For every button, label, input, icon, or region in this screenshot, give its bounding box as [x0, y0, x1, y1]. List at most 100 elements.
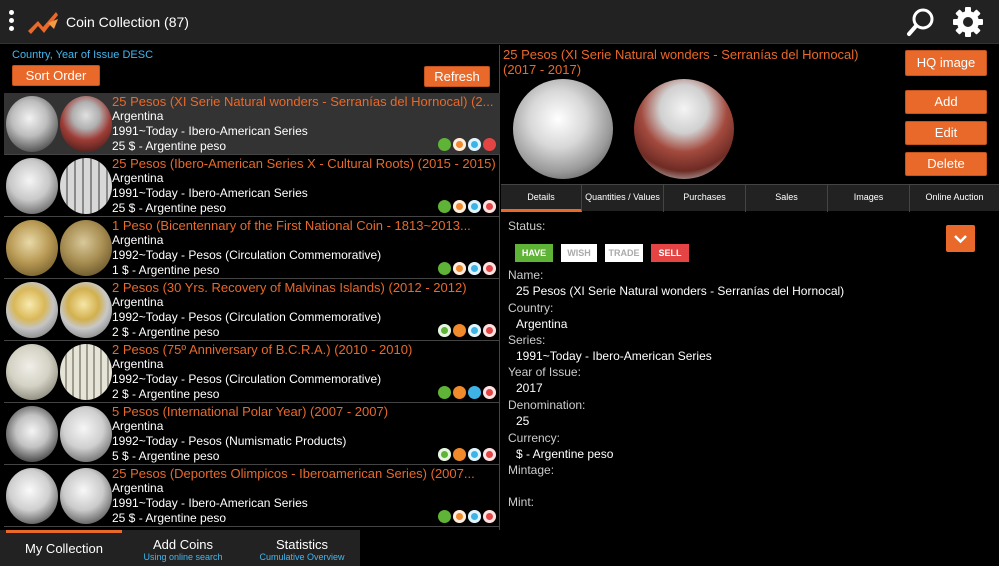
tab-quantities-values[interactable]: Quantities / Values: [582, 185, 664, 212]
list-item[interactable]: 25 Pesos (XI Serie Natural wonders - Ser…: [4, 93, 500, 155]
overflow-menu-icon[interactable]: [9, 10, 15, 34]
coin-value: 25 $ - Argentine peso: [112, 201, 227, 215]
gear-icon[interactable]: [952, 6, 984, 38]
list-item[interactable]: 25 Pesos (Deportes Olimpicos - Iberoamer…: [4, 465, 500, 527]
coin-value: 2 $ - Argentine peso: [112, 325, 220, 339]
list-item[interactable]: 1 Peso (Bicentennary of the First Nation…: [4, 217, 500, 279]
coin-thumbnails: [6, 406, 112, 462]
coin-title: 25 Pesos (XI Serie Natural wonders - Ser…: [112, 94, 494, 109]
trade-dot: [468, 448, 481, 461]
status-label: Status:: [508, 219, 546, 233]
coin-thumbnails: [6, 220, 112, 276]
wish-dot: [453, 386, 466, 399]
coin-value: 5 $ - Argentine peso: [112, 449, 220, 463]
status-dots: [436, 138, 496, 151]
wish-dot: [453, 448, 466, 461]
trade-dot: [468, 262, 481, 275]
tab-sales[interactable]: Sales: [746, 185, 828, 212]
wish-dot: [453, 200, 466, 213]
have-dot: [438, 324, 451, 337]
coin-value: 2 $ - Argentine peso: [112, 387, 220, 401]
coin-series: 1991~Today - Ibero-American Series: [112, 186, 308, 200]
coin-obverse-image: [6, 344, 58, 400]
coin-series: 1992~Today - Pesos (Circulation Commemor…: [112, 310, 382, 324]
expand-button[interactable]: [946, 225, 975, 252]
status-dots: [436, 510, 496, 523]
coin-value: 1 $ - Argentine peso: [112, 263, 220, 277]
have-tag[interactable]: HAVE: [515, 244, 553, 262]
trade-tag[interactable]: TRADE: [605, 244, 643, 262]
currency-value: $ - Argentine peso: [516, 447, 614, 461]
list-item[interactable]: 2 Pesos (30 Yrs. Recovery of Malvinas Is…: [4, 279, 500, 341]
coin-country: Argentina: [112, 481, 164, 495]
top-app-bar: Coin Collection (87): [0, 0, 999, 44]
year-value: 2017: [516, 381, 543, 395]
coin-country: Argentina: [112, 233, 164, 247]
coin-obverse-large-image[interactable]: [513, 79, 613, 179]
list-item[interactable]: 5 Pesos (International Polar Year) (2007…: [4, 403, 500, 465]
status-dots: [436, 324, 496, 337]
detail-title: 25 Pesos (XI Serie Natural wonders - Ser…: [503, 47, 859, 77]
sell-dot: [483, 324, 496, 337]
coin-list[interactable]: 25 Pesos (XI Serie Natural wonders - Ser…: [4, 93, 500, 530]
coin-title: 5 Pesos (International Polar Year) (2007…: [112, 404, 389, 419]
app-title: Coin Collection (87): [66, 14, 189, 30]
have-dot: [438, 386, 451, 399]
sort-order-button[interactable]: Sort Order: [12, 65, 100, 86]
coin-obverse-image: [6, 468, 58, 524]
name-label: Name:: [508, 268, 544, 282]
tab-add-coins[interactable]: Add Coins Using online search: [134, 530, 232, 566]
coin-reverse-large-image[interactable]: [634, 79, 734, 179]
coin-series: 1992~Today - Pesos (Circulation Commemor…: [112, 248, 382, 262]
mint-label: Mint:: [508, 495, 535, 509]
app-logo-icon: [28, 12, 58, 34]
tab-label: Statistics: [275, 537, 328, 552]
hq-image-button[interactable]: HQ image: [905, 50, 987, 76]
have-dot: [438, 510, 451, 523]
sell-dot: [483, 200, 496, 213]
coin-country: Argentina: [112, 295, 164, 309]
coin-obverse-image: [6, 220, 58, 276]
tab-details[interactable]: Details: [501, 185, 582, 212]
tab-images[interactable]: Images: [828, 185, 910, 212]
coin-value: 25 $ - Argentine peso: [112, 139, 227, 153]
add-button[interactable]: Add: [905, 90, 987, 114]
sell-dot: [483, 262, 496, 275]
trade-dot: [468, 138, 481, 151]
coin-obverse-image: [6, 406, 58, 462]
delete-button[interactable]: Delete: [905, 152, 987, 176]
tab-statistics[interactable]: Statistics Cumulative Overview: [244, 530, 360, 566]
coin-series: 1991~Today - Ibero-American Series: [112, 496, 308, 510]
series-label: Series:: [508, 333, 546, 347]
coin-obverse-image: [6, 158, 58, 214]
coin-series: 1992~Today - Pesos (Circulation Commemor…: [112, 372, 382, 386]
coin-reverse-image: [60, 282, 112, 338]
status-dots: [436, 200, 496, 213]
coin-reverse-image: [60, 406, 112, 462]
coin-country: Argentina: [112, 109, 164, 123]
tab-my-collection[interactable]: My Collection: [6, 530, 122, 566]
series-value: 1991~Today - Ibero-American Series: [516, 349, 712, 363]
trade-dot: [468, 324, 481, 337]
have-dot: [438, 200, 451, 213]
list-item[interactable]: 2 Pesos (75º Anniversary of B.C.R.A.) (2…: [4, 341, 500, 403]
have-dot: [438, 262, 451, 275]
edit-button[interactable]: Edit: [905, 121, 987, 145]
coin-title: 2 Pesos (30 Yrs. Recovery of Malvinas Is…: [112, 280, 467, 295]
coin-reverse-image: [60, 96, 112, 152]
tab-label: Add Coins: [153, 537, 213, 552]
coin-obverse-image: [6, 282, 58, 338]
refresh-button[interactable]: Refresh: [424, 66, 490, 87]
status-dots: [436, 448, 496, 461]
wish-tag[interactable]: WISH: [561, 244, 597, 262]
denomination-value: 25: [516, 414, 530, 428]
mintage-label: Mintage:: [508, 463, 555, 477]
list-item[interactable]: 25 Pesos (Ibero-American Series X - Cult…: [4, 155, 500, 217]
coin-series: 1992~Today - Pesos (Numismatic Products): [112, 434, 347, 448]
sell-tag[interactable]: SELL: [651, 244, 689, 262]
search-icon[interactable]: [906, 6, 936, 38]
coin-title: 1 Peso (Bicentennary of the First Nation…: [112, 218, 471, 233]
tab-online-auction[interactable]: Online Auction: [910, 185, 999, 212]
tab-purchases[interactable]: Purchases: [664, 185, 746, 212]
wish-dot: [453, 262, 466, 275]
